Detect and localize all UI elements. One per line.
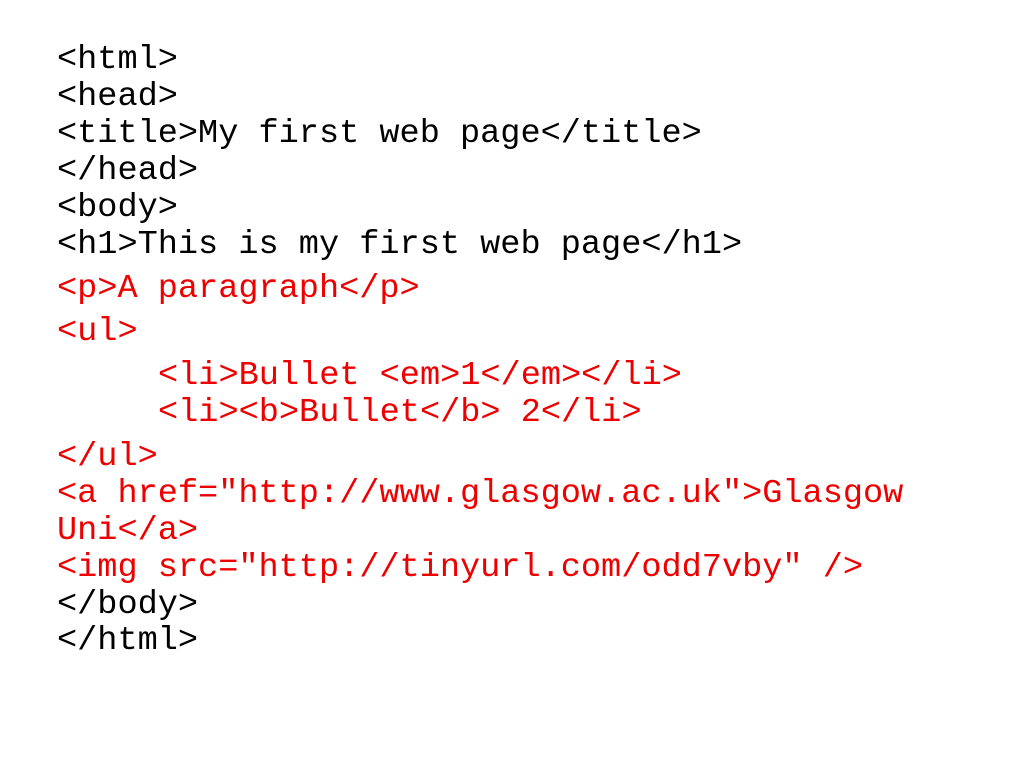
code-line-li-1: <li>Bullet <em>1</em></li> xyxy=(158,357,682,395)
code-line-li-2: <li><b>Bullet</b> 2</li> xyxy=(158,394,642,432)
code-line-html-open: <html> xyxy=(57,41,178,79)
code-line-anchor-start: <a href="http://www.glasgow.ac.uk">Glasg… xyxy=(57,475,904,513)
code-line-body-open: <body> xyxy=(57,189,178,227)
code-line-img: <img src="http://tinyurl.com/odd7vby" /> xyxy=(57,549,864,587)
code-line-paragraph: <p>A paragraph</p> xyxy=(57,270,420,308)
code-line-html-close: </html> xyxy=(57,622,199,660)
code-line-ul-close: </ul> xyxy=(57,438,158,476)
code-line-h1: <h1>This is my first web page</h1> xyxy=(57,226,743,264)
code-line-ul-open: <ul> xyxy=(57,313,138,351)
code-line-head-open: <head> xyxy=(57,78,178,116)
code-line-anchor-end: Uni</a> xyxy=(57,512,199,550)
code-slide: <html> <head> <title>My first web page</… xyxy=(0,0,1024,768)
code-line-body-close: </body> xyxy=(57,586,199,624)
code-line-title: <title>My first web page</title> xyxy=(57,115,702,153)
code-line-head-close: </head> xyxy=(57,152,199,190)
